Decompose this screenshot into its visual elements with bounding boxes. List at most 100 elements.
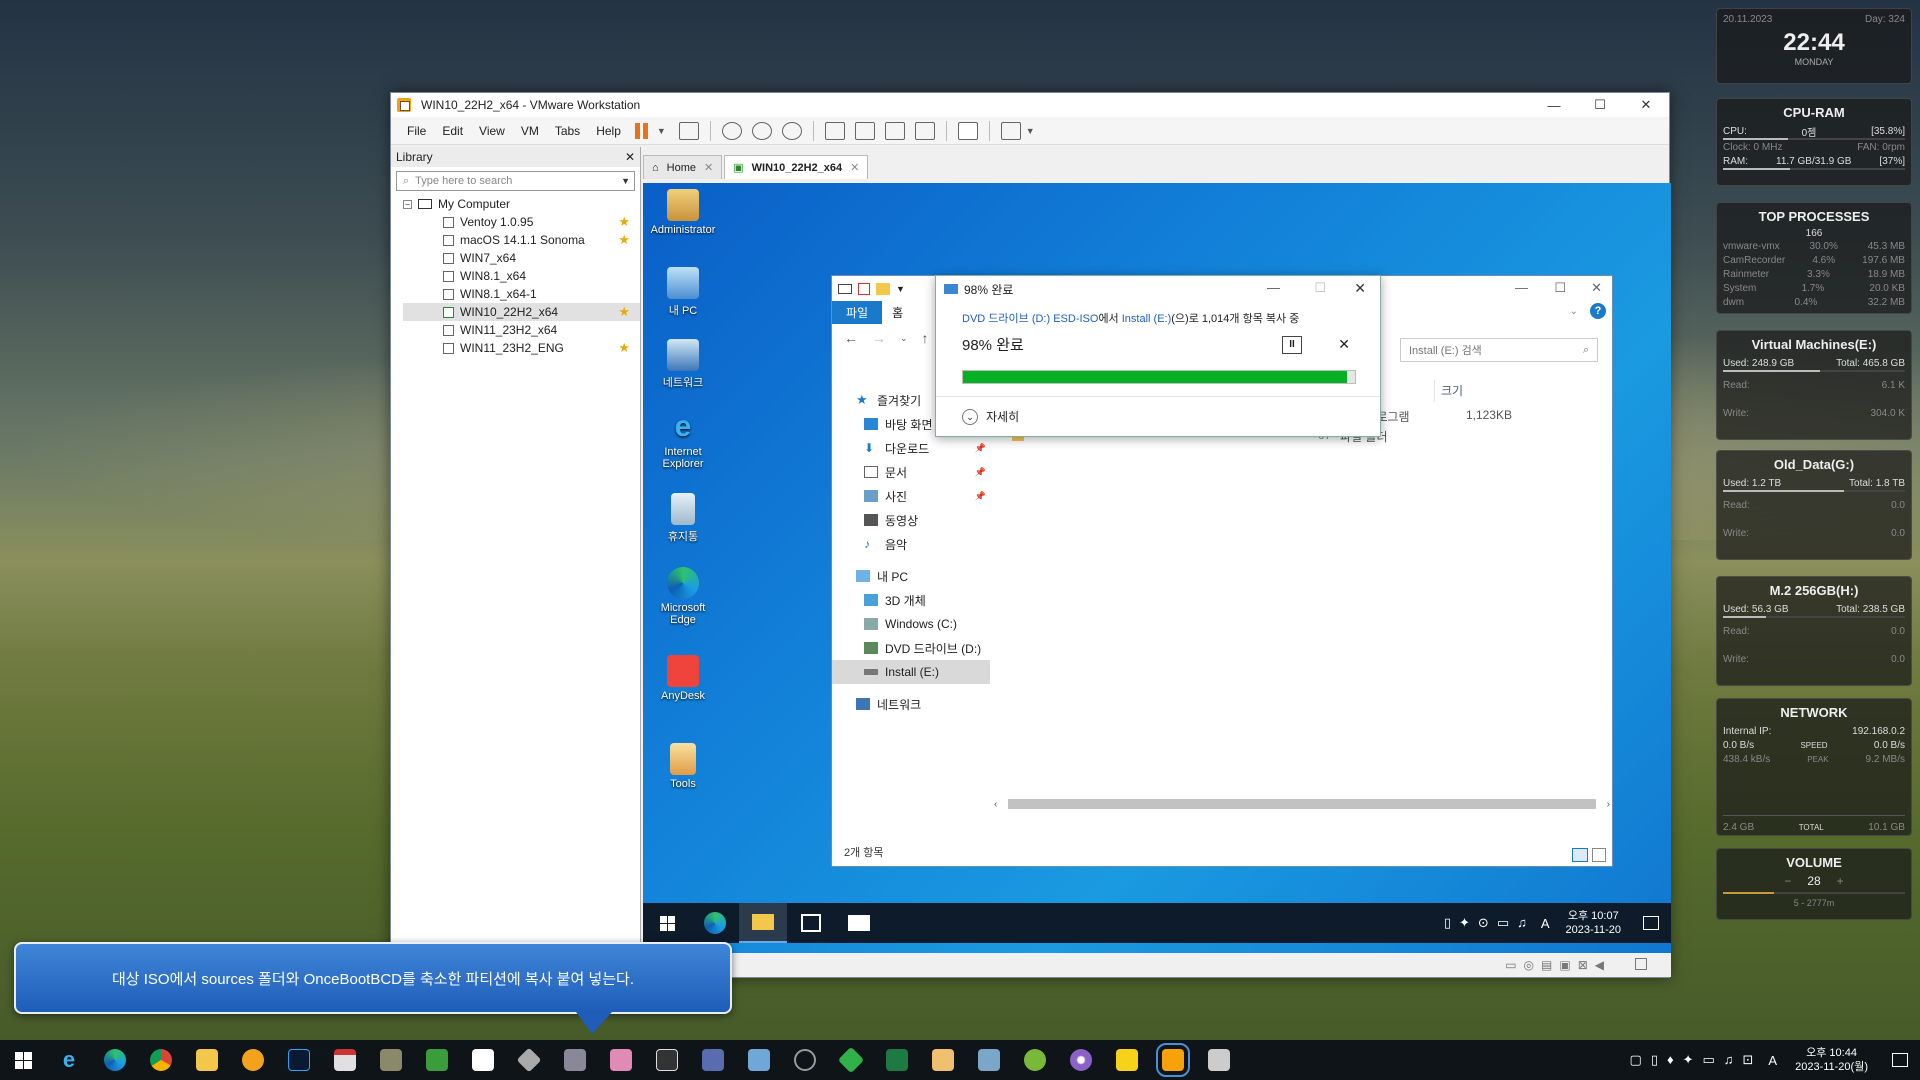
diamond-taskbar-icon[interactable]	[516, 1047, 542, 1073]
tool-taskbar-icon[interactable]	[380, 1049, 402, 1071]
nav-install-e[interactable]: Install (E:)	[832, 660, 990, 684]
volume-up-icon[interactable]: +	[1837, 874, 1844, 888]
nav-windows-c[interactable]: Windows (C:)	[856, 612, 990, 636]
tree-item-win11[interactable]: WIN11_23H2_x64	[403, 321, 640, 339]
photoshop-taskbar-icon[interactable]	[288, 1049, 310, 1071]
menu-file[interactable]: File	[399, 124, 434, 138]
scroll-thumb[interactable]	[1008, 799, 1596, 809]
host-ime-indicator[interactable]: A	[1768, 1053, 1777, 1068]
green-app-taskbar-icon[interactable]	[837, 1046, 865, 1074]
cancel-copy-button[interactable]: ✕	[1338, 336, 1350, 353]
thumbnail-bar-icon[interactable]	[854, 121, 875, 140]
guest-clock[interactable]: 오후 10:07 2023-11-20	[1566, 909, 1621, 937]
qat-dropdown-icon[interactable]: ▼	[896, 284, 905, 294]
stretch-guest-icon[interactable]	[1000, 121, 1021, 140]
desktop-icon-anydesk[interactable]: AnyDesk	[647, 655, 719, 702]
close-tab-icon[interactable]: ✕	[704, 161, 713, 174]
pause-icon[interactable]	[634, 122, 651, 139]
tree-root[interactable]: − My Computer	[403, 195, 640, 213]
tree-item-win10[interactable]: WIN10_22H2_x64 ★	[403, 303, 640, 321]
up-arrow-icon[interactable]: ↑	[922, 330, 929, 346]
guest-taskbar-edge[interactable]	[691, 912, 739, 934]
unity-icon[interactable]	[914, 121, 935, 140]
copy-maximize-button[interactable]: ☐	[1314, 280, 1326, 296]
guest-start-button[interactable]	[643, 915, 691, 931]
nav-dvd-d[interactable]: DVD 드라이브 (D:)	[856, 636, 990, 660]
disc-taskbar-icon[interactable]	[1070, 1049, 1092, 1071]
stretch-dropdown-icon[interactable]: ▼	[1026, 126, 1035, 136]
message-log-icon[interactable]	[1635, 958, 1647, 970]
snapshot-manager-icon[interactable]	[781, 121, 802, 140]
pause-copy-button[interactable]: II	[1282, 336, 1302, 354]
printer-taskbar-icon[interactable]	[564, 1049, 586, 1071]
desktop-icon-network[interactable]: 네트워크	[647, 339, 719, 390]
pin-icon[interactable]: 📌	[975, 467, 986, 478]
tab-home[interactable]: ⌂ Home ✕	[643, 155, 723, 179]
copy-details-toggle[interactable]: ⌄ 자세히	[962, 408, 1019, 425]
desktop-icon-tools[interactable]: Tools	[647, 743, 719, 790]
nav-documents[interactable]: 문서 📌	[856, 460, 990, 484]
copy-close-button[interactable]: ✕	[1354, 280, 1366, 297]
nav-network[interactable]: 네트워크	[856, 692, 990, 716]
scroll-right-icon[interactable]: ›	[1596, 799, 1610, 810]
start-button[interactable]	[0, 1051, 46, 1069]
volume-bar[interactable]	[1723, 892, 1905, 894]
device-status-icons[interactable]: ▭◎▤▣⊠◀	[1505, 958, 1611, 972]
kakaotalk-taskbar-icon[interactable]	[1116, 1049, 1138, 1071]
guest-tray-icons[interactable]: ▯✦⊙▭♫	[1444, 915, 1535, 931]
forward-arrow-icon[interactable]: →	[872, 330, 886, 346]
search-dropdown-icon[interactable]: ▼	[621, 176, 630, 186]
viewer-taskbar-icon[interactable]	[932, 1049, 954, 1071]
ie-taskbar-icon[interactable]: e	[58, 1049, 80, 1071]
copy-destination-link[interactable]: Install (E:)	[1122, 313, 1172, 325]
nav-pictures[interactable]: 사진 📌	[856, 484, 990, 508]
ribbon-tab-file[interactable]: 파일	[832, 300, 883, 324]
vmware-taskbar-icon[interactable]	[1156, 1043, 1190, 1077]
guest-notification-icon[interactable]	[1631, 916, 1671, 930]
explorer-close-button[interactable]: ✕	[1591, 280, 1602, 296]
volume-down-icon[interactable]: −	[1784, 874, 1791, 888]
tree-item-ventoy[interactable]: Ventoy 1.0.95 ★	[403, 213, 640, 231]
cloud-taskbar-icon[interactable]	[748, 1049, 770, 1071]
explorer-search-box[interactable]: Install (E:) 검색 ⌕	[1400, 338, 1598, 362]
column-header-size[interactable]: 크기	[1434, 380, 1514, 402]
nav-this-pc[interactable]: 내 PC	[856, 564, 990, 588]
snapshot-icon[interactable]	[721, 121, 742, 140]
guest-taskbar-explorer[interactable]	[739, 903, 787, 943]
guest-ime-indicator[interactable]: A	[1541, 916, 1550, 931]
large-icons-view-icon[interactable]	[1592, 848, 1606, 862]
desktop-icon-edge[interactable]: Microsoft Edge	[647, 567, 719, 626]
explorer-minimize-button[interactable]: —	[1515, 280, 1528, 295]
tree-item-macos[interactable]: macOS 14.1.1 Sonoma ★	[403, 231, 640, 249]
close-tab-icon[interactable]: ✕	[850, 161, 859, 174]
edge-taskbar-icon[interactable]	[104, 1049, 126, 1071]
notes-taskbar-icon[interactable]	[978, 1049, 1000, 1071]
pdf-taskbar-icon[interactable]	[334, 1049, 356, 1071]
steam-taskbar-icon[interactable]	[794, 1049, 816, 1071]
library-toggle-icon[interactable]	[824, 121, 845, 140]
help-icon[interactable]: ?	[1590, 303, 1606, 319]
copy-minimize-button[interactable]: —	[1267, 280, 1280, 295]
nav-music[interactable]: ♪ 음악	[856, 532, 990, 556]
guest-desktop[interactable]: Administrator 내 PC 네트워크 e Internet Explor…	[643, 183, 1671, 953]
revert-snapshot-icon[interactable]	[751, 121, 772, 140]
menu-view[interactable]: View	[471, 124, 513, 138]
pin-icon[interactable]: 📌	[975, 491, 986, 502]
ribbon-expand-icon[interactable]: ⌄	[1570, 306, 1578, 317]
nav-videos[interactable]: 동영상	[856, 508, 990, 532]
tree-item-win81-1[interactable]: WIN8.1_x64-1	[403, 285, 640, 303]
desktop-icon-this-pc[interactable]: 내 PC	[647, 267, 719, 318]
torrent-taskbar-icon[interactable]	[1024, 1049, 1046, 1071]
tab-win10[interactable]: ▣ WIN10_22H2_x64 ✕	[724, 155, 869, 179]
blue-app-taskbar-icon[interactable]	[702, 1049, 724, 1071]
menu-edit[interactable]: Edit	[434, 124, 471, 138]
library-search[interactable]: ⌕ Type here to search ▼	[396, 171, 635, 191]
d-app-taskbar-icon[interactable]	[656, 1049, 678, 1071]
explorer-maximize-button[interactable]: ☐	[1554, 280, 1566, 296]
screen-taskbar-icon[interactable]	[1208, 1049, 1230, 1071]
copy-dialog-titlebar[interactable]: 98% 완료 — ☐ ✕	[936, 276, 1380, 302]
minimize-button[interactable]: —	[1531, 93, 1577, 117]
vmware-titlebar[interactable]: WIN10_22H2_x64 - VMware Workstation — ☐ …	[391, 93, 1669, 117]
nav-downloads[interactable]: ⬇ 다운로드 📌	[856, 436, 990, 460]
menu-help[interactable]: Help	[588, 124, 629, 138]
